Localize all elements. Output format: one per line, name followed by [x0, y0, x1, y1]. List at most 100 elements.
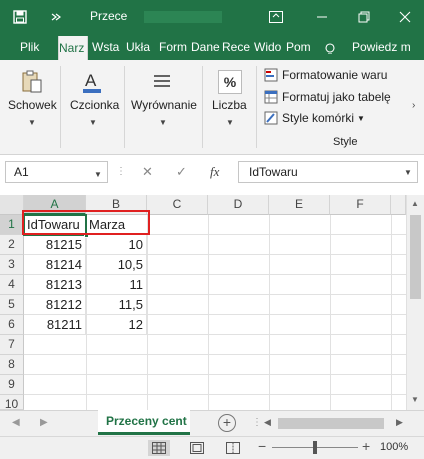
column-header-d[interactable]: D [208, 195, 269, 215]
add-sheet-button[interactable]: + [218, 414, 236, 432]
zoom-level[interactable]: 100% [380, 441, 408, 453]
horizontal-scroll-thumb[interactable] [278, 418, 384, 429]
save-icon[interactable] [6, 0, 34, 34]
tab-review[interactable]: Rece [222, 34, 252, 60]
clipboard-group-label[interactable]: Schowek [8, 98, 57, 112]
cell-a2[interactable]: 81215 [24, 235, 86, 255]
cell-b6[interactable]: 12 [86, 315, 147, 335]
tab-help[interactable]: Pom [286, 34, 316, 60]
cell-a4[interactable]: 81213 [24, 275, 86, 295]
row-header-8[interactable]: 8 [0, 355, 24, 375]
tab-formulas[interactable]: Form [159, 34, 189, 60]
styles-group-label: Style [333, 136, 358, 148]
formula-bar-grip-icon: ⋮ [116, 166, 126, 177]
row-header-4[interactable]: 4 [0, 275, 24, 295]
ribbon-separator [256, 66, 257, 148]
quick-access-more-icon[interactable] [46, 0, 66, 34]
row-header-2[interactable]: 2 [0, 235, 24, 255]
number-group-label[interactable]: Liczba [212, 98, 247, 112]
restore-icon[interactable] [350, 0, 378, 34]
conditional-formatting-icon [264, 68, 278, 82]
tab-data[interactable]: Dane [191, 34, 221, 60]
tell-me-search[interactable]: Powiedz m [352, 34, 424, 60]
lightbulb-icon[interactable] [324, 40, 338, 54]
cell-styles-button[interactable]: Style komórki ▼ [264, 111, 365, 125]
sheet-tab-active[interactable]: Przeceny cent [98, 410, 190, 435]
scroll-thumb[interactable] [410, 215, 421, 299]
blurred-title-part [144, 11, 222, 23]
sheet-next-icon[interactable]: ▶ [40, 417, 48, 428]
ribbon-display-icon[interactable] [262, 0, 290, 34]
cell-a6[interactable]: 81211 [24, 315, 86, 335]
ribbon-scroll-right-icon[interactable]: › [412, 100, 415, 111]
cancel-icon[interactable]: ✕ [142, 164, 153, 180]
ribbon-tabs: Plik Narz Wsta Ukła Form Dane Rece Wido … [0, 34, 424, 62]
clipboard-caret-icon[interactable]: ▼ [28, 118, 36, 127]
format-as-table-label: Formatuj jako tabelę [282, 90, 391, 104]
page-break-view-icon[interactable] [222, 440, 244, 456]
scroll-up-icon[interactable]: ▲ [411, 199, 419, 208]
ribbon-separator [60, 66, 61, 148]
row-header-6[interactable]: 6 [0, 315, 24, 335]
ribbon-separator [202, 66, 203, 148]
zoom-in-button[interactable]: + [362, 438, 370, 454]
hscroll-left-icon[interactable]: ◀ [264, 417, 271, 428]
page-layout-view-icon[interactable] [186, 440, 208, 456]
row-header-7[interactable]: 7 [0, 335, 24, 355]
cell-b4[interactable]: 11 [86, 275, 147, 295]
cell-b2[interactable]: 10 [86, 235, 147, 255]
tab-layout[interactable]: Ukła [126, 34, 156, 60]
name-box-caret-icon[interactable]: ▼ [94, 170, 102, 179]
vertical-scrollbar[interactable]: ▲ ▼ [406, 195, 424, 410]
hscroll-right-icon[interactable]: ▶ [396, 417, 403, 428]
conditional-formatting-label: Formatowanie waru [282, 68, 388, 82]
normal-view-icon[interactable] [148, 440, 170, 456]
tab-view[interactable]: Wido [254, 34, 284, 60]
alignment-caret-icon[interactable]: ▼ [159, 118, 167, 127]
formula-input[interactable]: IdTowaru [238, 161, 418, 183]
font-caret-icon[interactable]: ▼ [89, 118, 97, 127]
sheet-tabs-grip-icon[interactable]: ⋮ [252, 417, 262, 428]
font-group-label[interactable]: Czcionka [70, 98, 119, 112]
cell-a5[interactable]: 81212 [24, 295, 86, 315]
row-header-10[interactable]: 10 [0, 395, 24, 411]
tab-home[interactable]: Narz [58, 36, 88, 62]
enter-icon[interactable]: ✓ [176, 164, 187, 180]
select-all-corner[interactable] [0, 195, 24, 215]
column-header-e[interactable]: E [269, 195, 330, 215]
number-caret-icon[interactable]: ▼ [226, 118, 234, 127]
close-icon[interactable] [390, 0, 420, 34]
cell-styles-icon [264, 111, 278, 125]
font-icon[interactable]: A [78, 68, 106, 96]
number-format-icon[interactable]: % [216, 68, 244, 96]
row-header-3[interactable]: 3 [0, 255, 24, 275]
minimize-icon[interactable] [308, 0, 336, 34]
tab-insert[interactable]: Wsta [92, 34, 122, 60]
alignment-icon[interactable] [148, 68, 176, 96]
tab-file[interactable]: Plik [20, 34, 48, 60]
row-header-1[interactable]: 1 [0, 215, 24, 235]
alignment-group-label[interactable]: Wyrównanie [131, 98, 197, 112]
format-as-table-button[interactable]: Formatuj jako tabelę [264, 90, 391, 104]
zoom-slider-thumb[interactable] [313, 441, 317, 454]
zoom-out-button[interactable]: − [258, 438, 266, 454]
cell-a3[interactable]: 81214 [24, 255, 86, 275]
name-box[interactable]: A1 [5, 161, 108, 183]
scroll-down-icon[interactable]: ▼ [411, 395, 419, 404]
formula-expand-icon[interactable]: ▼ [404, 168, 412, 177]
cell-b3[interactable]: 10,5 [86, 255, 147, 275]
cell-b5[interactable]: 11,5 [86, 295, 147, 315]
sheet-tabs-bar: ◀ ▶ Przeceny cent + ⋮ ◀ ▶ [0, 410, 424, 436]
row-header-5[interactable]: 5 [0, 295, 24, 315]
column-header-partial[interactable] [391, 195, 406, 215]
row-header-9[interactable]: 9 [0, 375, 24, 395]
column-header-c[interactable]: C [147, 195, 208, 215]
insert-function-icon[interactable]: fx [210, 164, 219, 180]
paste-icon[interactable] [18, 68, 46, 96]
conditional-formatting-button[interactable]: Formatowanie waru [264, 68, 387, 82]
status-bar: − + 100% [0, 436, 424, 459]
column-header-f[interactable]: F [330, 195, 391, 215]
sheet-prev-icon[interactable]: ◀ [12, 417, 20, 428]
format-as-table-icon [264, 90, 278, 104]
window-title: Przece [90, 9, 128, 23]
